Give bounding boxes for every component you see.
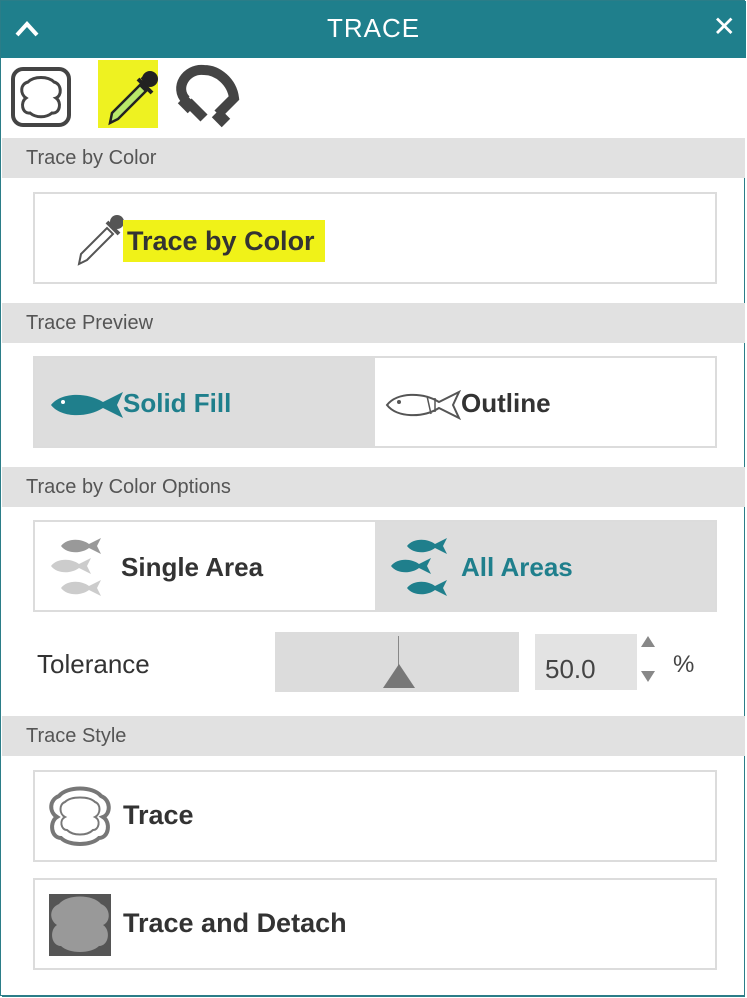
outline-option[interactable]: Outline	[375, 358, 715, 446]
tolerance-input[interactable]	[535, 634, 637, 690]
close-icon[interactable]: ✕	[713, 13, 736, 41]
solid-fill-option[interactable]: Solid Fill	[35, 358, 375, 446]
trace-and-detach-button[interactable]: Trace and Detach	[33, 878, 717, 970]
tolerance-slider[interactable]	[275, 632, 519, 692]
tolerance-label: Tolerance	[37, 649, 150, 679]
all-areas-label: All Areas	[461, 552, 573, 582]
tool-tabs	[1, 58, 746, 138]
tab-trace-by-color[interactable]	[94, 58, 170, 136]
fish-solid-icon	[51, 392, 123, 418]
tab-magnet[interactable]	[171, 58, 247, 136]
fish-outline-icon	[385, 390, 462, 420]
section-header-trace-style: Trace Style	[2, 716, 745, 756]
panel-title: TRACE	[326, 13, 421, 43]
trace-outline-icon	[49, 786, 111, 846]
outline-label: Outline	[461, 388, 551, 418]
magnet-icon	[176, 64, 240, 128]
all-areas-option[interactable]: All Areas	[375, 522, 715, 610]
trace-detach-icon	[49, 894, 111, 956]
trace-panel: TRACE ✕ Trace by Color Trace by Color Tr…	[0, 0, 746, 997]
spin-up-icon[interactable]	[641, 636, 655, 647]
eyedropper-icon	[108, 71, 158, 126]
tolerance-unit: %	[673, 651, 695, 678]
section-header-trace-by-color: Trace by Color	[2, 138, 745, 178]
spin-down-icon[interactable]	[641, 671, 655, 682]
trace-label: Trace	[123, 800, 194, 830]
fish-single-area-icon	[51, 538, 101, 596]
single-area-option[interactable]: Single Area	[35, 522, 375, 610]
solid-fill-label: Solid Fill	[123, 388, 232, 418]
slider-thumb[interactable]	[383, 664, 415, 688]
single-area-label: Single Area	[121, 552, 264, 582]
trace-by-color-button[interactable]: Trace by Color	[33, 192, 717, 284]
fish-all-areas-icon	[391, 538, 447, 596]
tab-trace-shape[interactable]	[3, 58, 79, 136]
panel-bottom-border	[2, 995, 745, 997]
title-bar: TRACE ✕	[1, 1, 746, 58]
trace-button[interactable]: Trace	[33, 770, 717, 862]
section-header-trace-preview: Trace Preview	[2, 303, 745, 343]
trace-preview-toggle: Solid Fill Outline	[33, 356, 717, 448]
trace-and-detach-label: Trace and Detach	[123, 908, 347, 938]
trace-by-color-label: Trace by Color	[123, 220, 325, 262]
section-header-trace-by-color-options: Trace by Color Options	[2, 467, 745, 507]
trace-shape-icon	[11, 67, 71, 127]
area-options-toggle: Single Area All Areas	[33, 520, 717, 612]
